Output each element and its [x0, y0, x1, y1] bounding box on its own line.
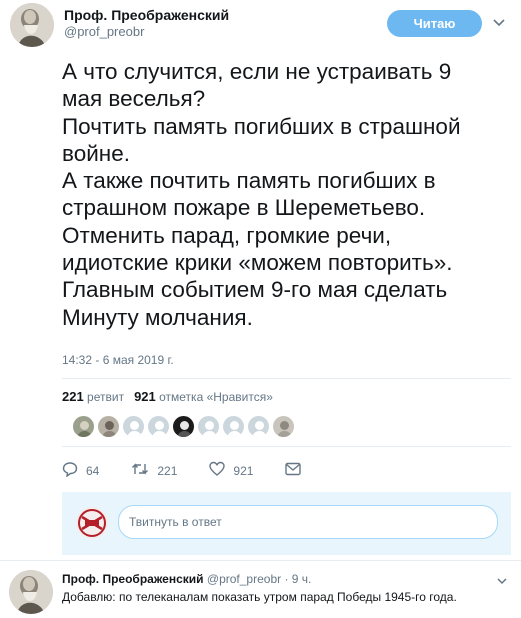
tweet-stats: 221 ретвит 921 отметка «Нравится» [62, 389, 273, 404]
tweet-text: А что случится, если не устраивать 9 мая… [62, 59, 461, 330]
like-count: 921 [233, 463, 254, 478]
reply-text: Добавлю: по телеканалам показать утром п… [62, 590, 457, 604]
current-user-avatar[interactable] [76, 507, 108, 539]
retweet-count: 221 [157, 463, 178, 478]
retweet-icon[interactable] [131, 461, 157, 480]
divider [62, 378, 511, 379]
chevron-down-icon[interactable] [495, 574, 509, 588]
chevron-down-icon[interactable] [491, 14, 507, 30]
author-handle[interactable]: @prof_preobr [64, 24, 229, 40]
message-action[interactable] [285, 462, 309, 479]
reply-header: Проф. Преображенский @prof_preobr · 9 ч. [62, 572, 311, 586]
liker-avatar[interactable] [222, 415, 245, 438]
reply-author-name[interactable]: Проф. Преображенский [62, 572, 204, 586]
likes-stat[interactable]: 921 отметка «Нравится» [134, 389, 273, 404]
retweets-stat[interactable]: 221 ретвит [62, 389, 125, 404]
likers-row [72, 415, 295, 438]
liker-avatar[interactable] [72, 415, 95, 438]
liker-avatar[interactable] [147, 415, 170, 438]
liker-avatar[interactable] [197, 415, 220, 438]
liker-avatar[interactable] [247, 415, 270, 438]
likes-count: 921 [134, 389, 156, 404]
like-action[interactable]: 921 [209, 461, 253, 480]
author-name[interactable]: Проф. Преображенский [64, 6, 229, 24]
envelope-icon[interactable] [285, 462, 309, 479]
reply-author-avatar[interactable] [9, 570, 53, 614]
retweet-action[interactable]: 221 [131, 461, 177, 480]
heart-icon[interactable] [209, 461, 233, 480]
reply-input[interactable]: Твитнуть в ответ [118, 505, 498, 539]
liker-avatar[interactable] [97, 415, 120, 438]
tweet: Проф. Преображенский @prof_preobr Читаю … [0, 0, 521, 561]
reply-meta[interactable]: @prof_preobr · 9 ч. [207, 572, 311, 586]
author-block: Проф. Преображенский @prof_preobr [64, 6, 229, 40]
liker-avatar[interactable] [272, 415, 295, 438]
retweets-count: 221 [62, 389, 84, 404]
tweet-actions: 64 221 921 [62, 461, 341, 480]
reply-count: 64 [86, 463, 100, 478]
reply-icon[interactable] [62, 461, 86, 480]
divider [62, 446, 511, 447]
follow-button[interactable]: Читаю [387, 10, 482, 37]
author-avatar[interactable] [10, 3, 54, 47]
reply-action[interactable]: 64 [62, 461, 99, 480]
retweets-label: ретвит [87, 390, 125, 404]
reply-composer: Твитнуть в ответ [62, 492, 511, 555]
likes-label: отметка «Нравится» [159, 390, 273, 404]
liker-avatar[interactable] [172, 415, 195, 438]
divider [0, 560, 521, 561]
tweet-timestamp[interactable]: 14:32 - 6 мая 2019 г. [62, 353, 174, 367]
liker-avatar[interactable] [122, 415, 145, 438]
